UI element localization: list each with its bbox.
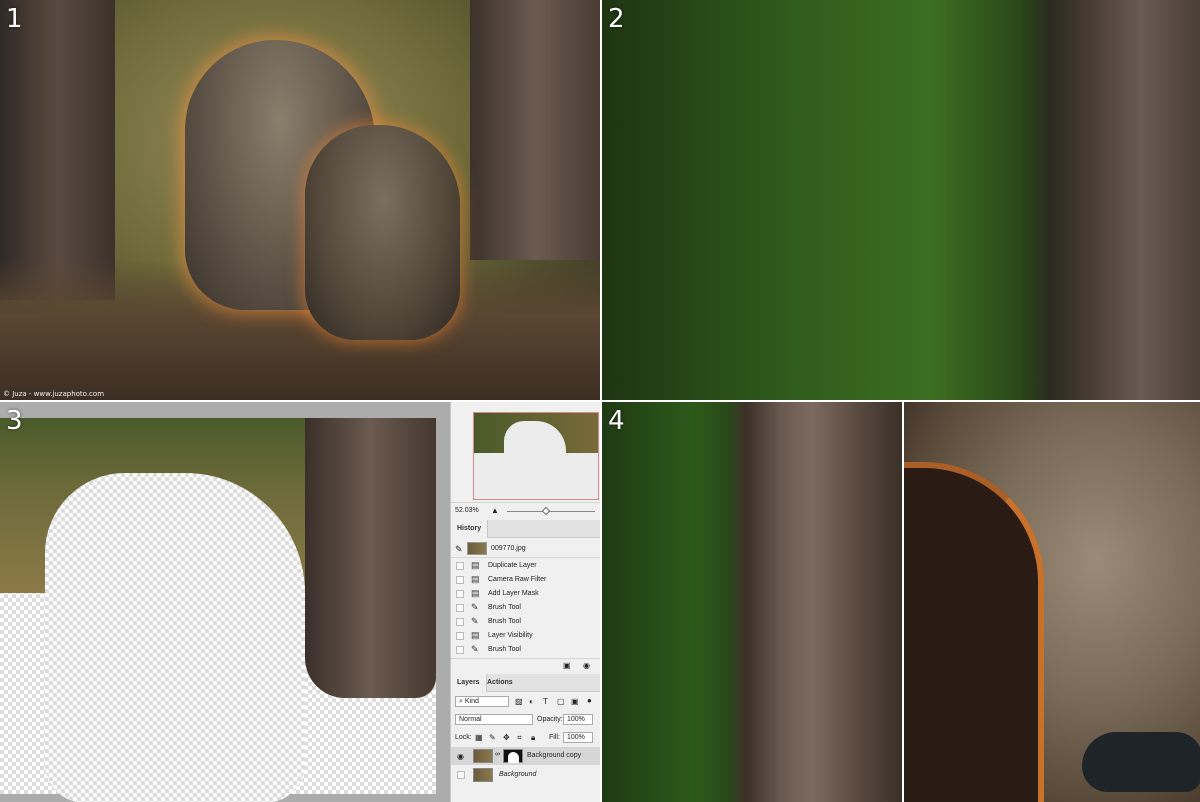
- backlit-fur: [904, 462, 1044, 802]
- document-icon: ▤: [471, 630, 480, 640]
- history-source-checkbox[interactable]: [456, 576, 464, 584]
- history-source-checkbox[interactable]: [456, 604, 464, 612]
- history-item[interactable]: ✎ Brush Tool: [451, 615, 600, 629]
- panel-number: 1: [6, 4, 23, 34]
- history-item[interactable]: ▤ Layer Visibility: [451, 629, 600, 643]
- snapshot-thumbnail: [467, 542, 487, 555]
- history-item-label: Camera Raw Filter: [488, 576, 547, 583]
- adjustment-filter-icon[interactable]: ◐: [529, 697, 534, 706]
- fill-field[interactable]: 100%: [563, 732, 593, 743]
- document-icon: ▤: [471, 588, 480, 598]
- layer-name: Background copy: [527, 752, 582, 759]
- opacity-field[interactable]: 100%: [563, 714, 593, 725]
- photo-panel-4-left: 4: [602, 402, 902, 802]
- lock-position-icon[interactable]: ✥: [503, 733, 510, 742]
- navigator-thumbnail[interactable]: [473, 412, 599, 500]
- history-source-checkbox[interactable]: [456, 590, 464, 598]
- history-item-label: Layer Visibility: [488, 632, 533, 639]
- tree-trunk-right: [470, 0, 600, 260]
- history-item-label: Brush Tool: [488, 646, 521, 653]
- tab-actions[interactable]: Actions: [481, 674, 519, 692]
- layer-thumbnail: [473, 768, 493, 782]
- brush-icon: ✎: [471, 602, 479, 612]
- navigator-zoom: 52.03% ▲: [451, 502, 600, 518]
- history-source-checkbox[interactable]: [456, 632, 464, 640]
- tab-history[interactable]: History: [451, 520, 489, 538]
- lock-label: Lock:: [455, 734, 472, 741]
- document-canvas[interactable]: [0, 418, 436, 802]
- history-item[interactable]: ✎ Brush Tool: [451, 601, 600, 615]
- kind-filter-select[interactable]: ⌕ Kind: [455, 696, 509, 707]
- canvas-tree: [305, 418, 436, 698]
- photoshop-panel-3: 3 52.03% ▲ History ✎ 009770.jpg ▤ Duplic…: [0, 402, 600, 802]
- zoom-slider[interactable]: [507, 511, 595, 512]
- zoom-out-icon[interactable]: ▲: [491, 506, 499, 515]
- history-item-label: Brush Tool: [488, 618, 521, 625]
- camera-icon[interactable]: ◉: [583, 661, 590, 670]
- history-tabbar: History: [451, 520, 600, 538]
- history-source-checkbox[interactable]: [456, 646, 464, 654]
- photo-panel-1: 1 © Juza - www.juzaphoto.com: [0, 0, 600, 400]
- photo-credit: © Juza - www.juzaphoto.com: [3, 390, 105, 398]
- history-source-checkbox[interactable]: [456, 618, 464, 626]
- lock-transparency-icon[interactable]: ▦: [475, 733, 483, 742]
- photo-panel-2: 2: [602, 0, 1200, 400]
- document-icon: ▤: [471, 560, 480, 570]
- layer-thumbnail: [473, 749, 493, 763]
- layer-row[interactable]: Background: [451, 766, 600, 784]
- bear-nose: [1082, 732, 1200, 792]
- new-document-icon[interactable]: ▣: [563, 661, 571, 670]
- history-item-label: Duplicate Layer: [488, 562, 537, 569]
- layer-row[interactable]: ◉ ∞ Background copy: [451, 747, 600, 765]
- opacity-label: Opacity:: [537, 716, 563, 723]
- history-brush-icon: ✎: [455, 544, 463, 554]
- smart-object-filter-icon[interactable]: ▣: [571, 697, 579, 706]
- shape-filter-icon[interactable]: ▢: [557, 697, 565, 706]
- filter-toggle-icon[interactable]: ●: [587, 696, 592, 705]
- bear-cub: [305, 125, 460, 340]
- panel-number: 3: [6, 406, 23, 436]
- link-icon[interactable]: ∞: [495, 751, 500, 758]
- document-icon: ▤: [471, 574, 480, 584]
- brush-icon: ✎: [471, 616, 479, 626]
- history-item[interactable]: ▤ Camera Raw Filter: [451, 573, 600, 587]
- tree-trunk-left: [0, 0, 115, 300]
- fill-label: Fill:: [549, 734, 560, 741]
- photoshop-side-panels: 52.03% ▲ History ✎ 009770.jpg ▤ Duplicat…: [450, 402, 600, 802]
- transparent-mask-area: [45, 473, 305, 802]
- lock-all-icon[interactable]: 🔒︎: [531, 733, 535, 743]
- history-item[interactable]: ▤ Duplicate Layer: [451, 559, 600, 573]
- lock-artboard-icon[interactable]: ⌗: [517, 733, 522, 743]
- layer-mask-thumbnail[interactable]: [503, 749, 523, 763]
- history-item-label: Brush Tool: [488, 604, 521, 611]
- brush-icon: ✎: [471, 644, 479, 654]
- type-filter-icon[interactable]: T: [543, 697, 548, 706]
- zoom-slider-knob[interactable]: [541, 506, 551, 516]
- image-filter-icon[interactable]: ▨: [515, 697, 523, 706]
- history-snapshot[interactable]: ✎ 009770.jpg: [451, 540, 600, 558]
- history-item[interactable]: ▤ Add Layer Mask: [451, 587, 600, 601]
- panel-number: 2: [608, 4, 625, 34]
- navigator-mask-area: [504, 421, 566, 491]
- panel-number: 4: [608, 406, 625, 436]
- layer-name: Background: [499, 771, 537, 778]
- snapshot-label: 009770.jpg: [491, 545, 526, 552]
- history-footer: ▣ ◉: [451, 658, 600, 672]
- blend-mode-select[interactable]: Normal: [455, 714, 533, 725]
- photo-panel-4-right: [904, 402, 1200, 802]
- zoom-value[interactable]: 52.03%: [455, 507, 479, 514]
- kind-filter-value: Kind: [464, 698, 479, 705]
- lock-pixels-icon[interactable]: ✎: [489, 733, 496, 742]
- layers-tabbar: Layers Actions: [451, 674, 600, 692]
- eye-icon[interactable]: ◉: [457, 752, 464, 761]
- history-item-label: Add Layer Mask: [488, 590, 539, 597]
- history-source-checkbox[interactable]: [456, 562, 464, 570]
- history-item[interactable]: ✎ Brush Tool: [451, 643, 600, 657]
- visibility-toggle[interactable]: [457, 771, 465, 779]
- history-list: ▤ Duplicate Layer ▤ Camera Raw Filter ▤ …: [451, 559, 600, 657]
